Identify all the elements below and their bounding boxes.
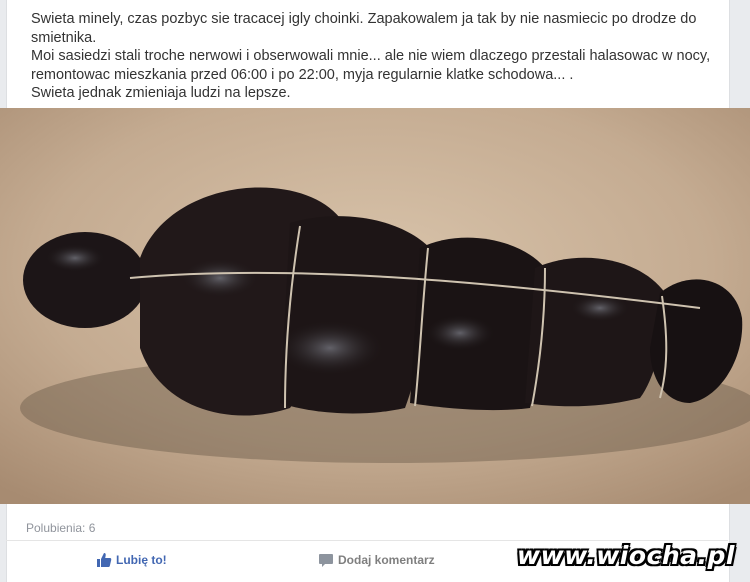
like-button[interactable]: Lubię to!: [96, 552, 167, 568]
post-text: Swieta minely, czas pozbyc sie tracacej …: [31, 10, 711, 103]
comment-button-label: Dodaj komentarz: [338, 553, 435, 567]
likes-count[interactable]: Polubienia: 6: [26, 521, 95, 535]
post-photo[interactable]: [0, 108, 750, 504]
post-text-line: remontowac mieszkania przed 06:00 i po 2…: [31, 66, 574, 83]
comment-button[interactable]: Dodaj komentarz: [318, 552, 435, 568]
thumbs-up-icon: [96, 552, 112, 568]
photo-illustration: [0, 108, 750, 504]
post-text-line: Moi sasiedzi stali troche nerwowi i obse…: [31, 48, 711, 65]
comment-icon: [318, 552, 334, 568]
like-button-label: Lubię to!: [116, 553, 167, 567]
post-text-line: Swieta minely, czas pozbyc sie tracacej …: [31, 11, 697, 27]
post-text-line: Swieta jednak zmieniaja ludzi na lepsze.: [31, 85, 291, 102]
post-text-line: smietnika.: [31, 29, 97, 46]
site-watermark: www.wiocha.pl: [517, 541, 735, 570]
